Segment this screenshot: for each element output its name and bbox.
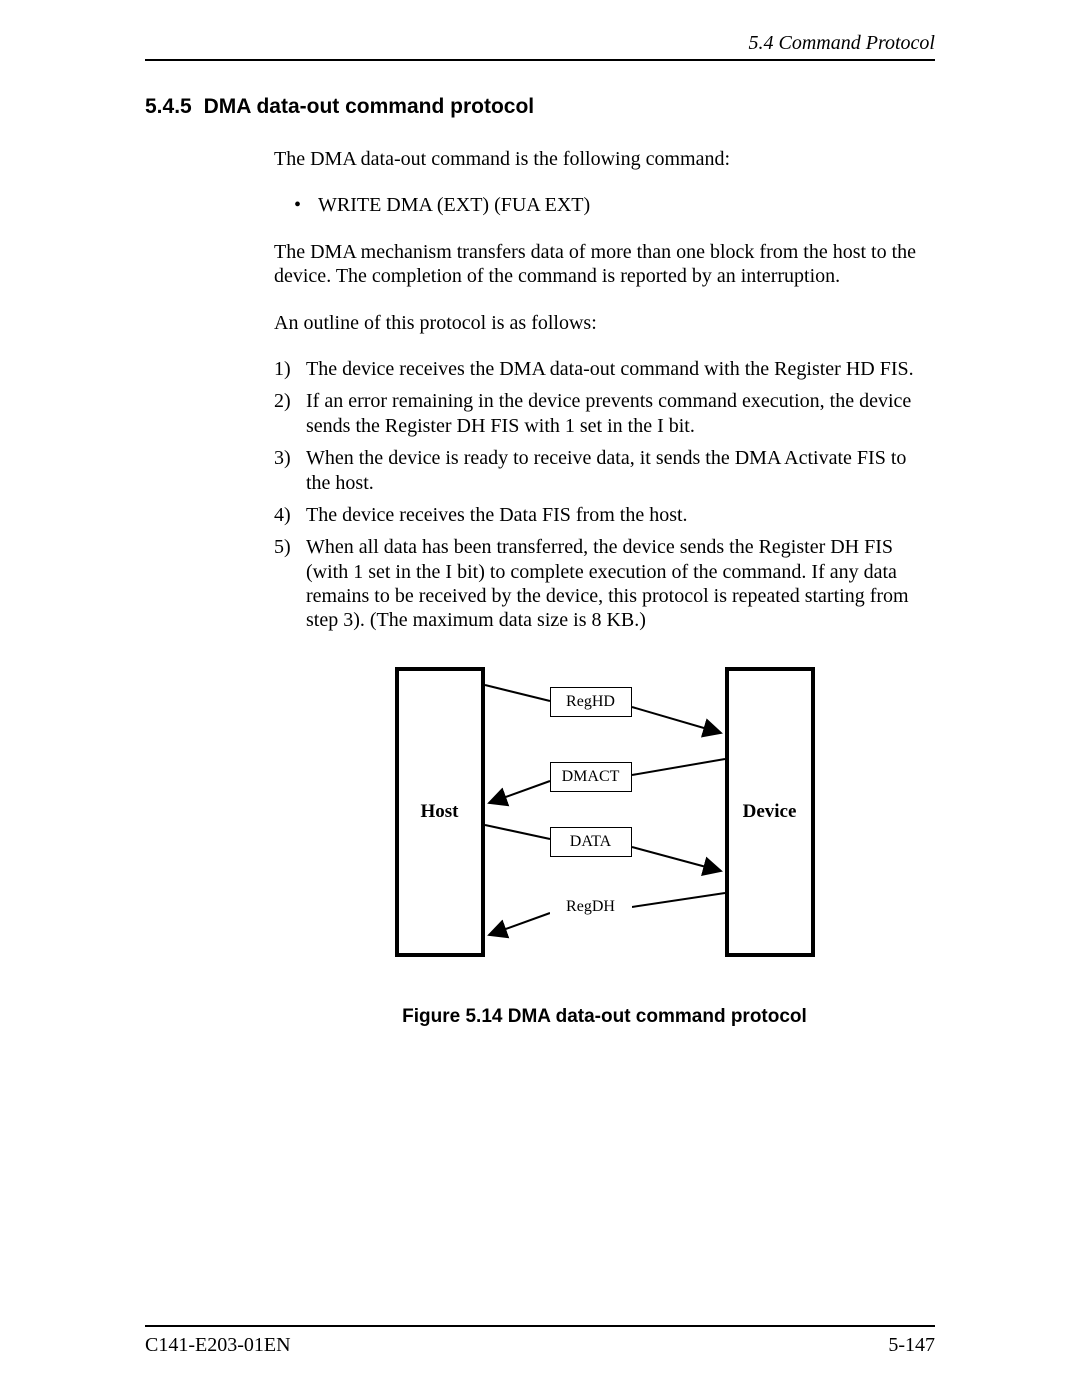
message-dmact: DMACT <box>550 762 632 792</box>
footer-page-number: 5-147 <box>888 1334 935 1357</box>
content-area: 5.4.5 DMA data-out command protocol The … <box>145 95 935 1028</box>
message-label: RegDH <box>566 897 615 917</box>
list-item-number: 4) <box>274 503 291 527</box>
intro-paragraph-2: The DMA mechanism transfers data of more… <box>274 240 935 289</box>
section-title: DMA data-out command protocol <box>204 95 535 119</box>
list-item-number: 3) <box>274 446 291 470</box>
list-item-text: If an error remaining in the device prev… <box>306 390 911 436</box>
list-item-text: When the device is ready to receive data… <box>306 447 906 493</box>
page: 5.4 Command Protocol 5.4.5 DMA data-out … <box>0 0 1080 1397</box>
message-data: DATA <box>550 827 632 857</box>
list-item: 1) The device receives the DMA data-out … <box>274 357 935 381</box>
page-header: 5.4 Command Protocol <box>145 32 935 61</box>
list-item-text: The device receives the DMA data-out com… <box>306 358 914 380</box>
command-bullet: WRITE DMA (EXT) (FUA EXT) <box>274 193 935 217</box>
protocol-steps: 1) The device receives the DMA data-out … <box>274 357 935 633</box>
list-item: 2) If an error remaining in the device p… <box>274 389 935 438</box>
list-item-text: The device receives the Data FIS from th… <box>306 504 688 526</box>
footer-doc-id: C141-E203-01EN <box>145 1334 291 1357</box>
footer-rule <box>145 1325 935 1327</box>
message-regdh: RegDH <box>550 892 632 922</box>
figure-container: Host Device <box>274 667 935 963</box>
figure-caption: Figure 5.14 DMA data-out command protoco… <box>274 1005 935 1028</box>
list-item: 5) When all data has been transferred, t… <box>274 535 935 633</box>
list-item-number: 2) <box>274 389 291 413</box>
message-label: RegHD <box>566 692 615 712</box>
list-item-number: 5) <box>274 535 291 559</box>
header-section-label: 5.4 Command Protocol <box>749 32 935 54</box>
list-item: 4) The device receives the Data FIS from… <box>274 503 935 527</box>
intro-paragraph-3: An outline of this protocol is as follow… <box>274 311 935 335</box>
section-heading: 5.4.5 DMA data-out command protocol <box>145 95 935 119</box>
list-item-number: 1) <box>274 357 291 381</box>
message-reghd: RegHD <box>550 687 632 717</box>
message-label: DMACT <box>562 767 620 787</box>
body-block: The DMA data-out command is the followin… <box>274 147 935 1028</box>
section-number: 5.4.5 <box>145 95 192 119</box>
intro-paragraph-1: The DMA data-out command is the followin… <box>274 147 935 171</box>
list-item-text: When all data has been transferred, the … <box>306 536 909 631</box>
list-item: 3) When the device is ready to receive d… <box>274 446 935 495</box>
protocol-diagram: Host Device <box>395 667 815 957</box>
message-label: DATA <box>570 832 611 852</box>
